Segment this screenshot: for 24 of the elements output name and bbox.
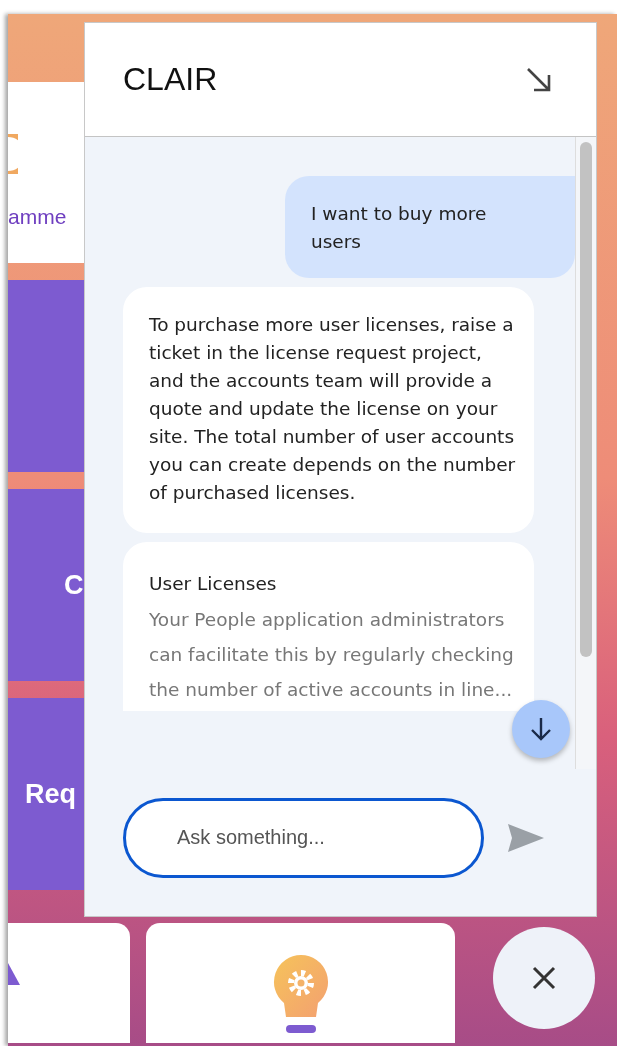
minimize-button[interactable]	[526, 66, 552, 93]
scroll-down-button[interactable]	[512, 700, 570, 758]
card-label: amme	[8, 205, 67, 229]
down-arrow-icon	[530, 717, 552, 741]
source-title: User Licenses	[149, 572, 278, 596]
send-icon	[508, 823, 544, 852]
app-tile[interactable]: C	[8, 489, 84, 681]
lightbulb-gear-icon	[271, 953, 330, 1033]
tile-label: Req	[24, 778, 76, 810]
bot-message: To purchase more user licenses, raise a ticket in the license request project, and the accounts team will provide a quote and update the license on your site. The total number of user accounts you can create depends on the number of purchased licenses.	[123, 287, 534, 533]
message-input[interactable]: Ask something...	[123, 797, 484, 878]
app-card[interactable]: amme	[8, 82, 84, 263]
close-icon	[532, 966, 556, 990]
source-excerpt: Your People application administrators can facilitate this by regularly checking the number of active accounts in line...	[149, 608, 515, 702]
app-card[interactable]	[146, 923, 455, 1043]
user-message: I want to buy more users	[285, 176, 575, 278]
scrollbar-thumb[interactable]	[580, 142, 592, 657]
send-button[interactable]	[508, 823, 544, 852]
app-tile[interactable]	[8, 280, 84, 472]
app-tile[interactable]: Req	[8, 698, 84, 890]
chat-title: CLAIR	[123, 61, 218, 98]
diagonal-arrow-icon	[526, 66, 552, 93]
tile-label: C	[63, 569, 84, 601]
triangle-icon	[8, 963, 20, 985]
